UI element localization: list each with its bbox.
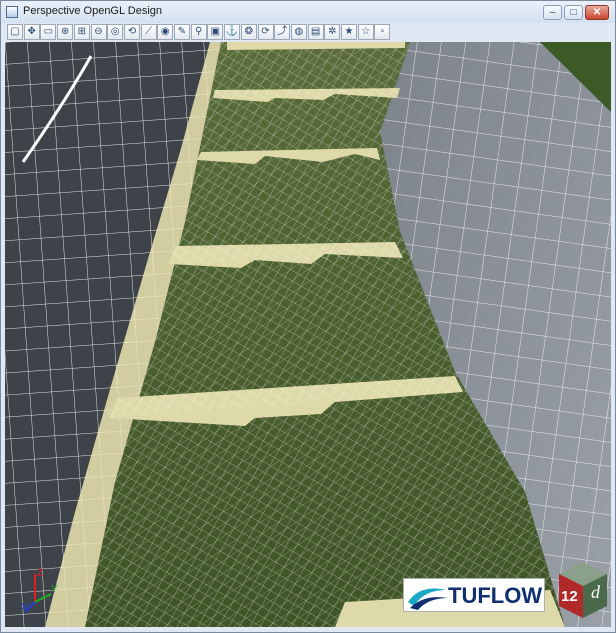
fly-icon[interactable]: ⤴ (274, 24, 291, 40)
window-title: Perspective OpenGL Design (23, 5, 162, 17)
layers-icon[interactable]: ▤ (307, 24, 324, 40)
window-icon[interactable]: ▫ (374, 24, 391, 40)
new-view-icon[interactable]: ▢ (7, 24, 23, 40)
favorite-icon[interactable]: ★ (341, 24, 357, 40)
zoom-extents-icon[interactable]: ◎ (107, 24, 124, 40)
maximize-icon[interactable]: □ (564, 5, 583, 20)
eye-icon[interactable]: ◉ (157, 24, 174, 40)
toolbar: ▢ ✥ ▭ ⊕ ⊞ ⊖ ◎ ⟲ ⟋ ◉ ✎ ⚲ ▣ ⚓ ❂ ⟳ ⤴ ◍ ▤ ✲ ★ ☆ ▫ (5, 23, 391, 42)
svg-text:Z: Z (37, 568, 43, 579)
walk-icon[interactable]: ⚲ (190, 24, 207, 40)
settings-icon[interactable]: ✲ (324, 24, 341, 40)
texture-icon[interactable]: ◍ (290, 24, 307, 40)
navigate-icon[interactable]: ❂ (240, 24, 257, 40)
svg-text:Y: Y (51, 584, 58, 595)
title-bar[interactable]: Perspective OpenGL Design – □ ✕ (1, 1, 615, 23)
fit-icon[interactable]: ▭ (40, 24, 57, 40)
zoom-in-icon[interactable]: ⊕ (57, 24, 74, 40)
terrain-scene (5, 42, 611, 627)
orbit-icon[interactable]: ⟳ (257, 24, 274, 40)
y-axis (34, 593, 52, 603)
measure-icon[interactable]: ⟋ (140, 24, 157, 40)
svg-text:X: X (21, 602, 28, 613)
12d-logo: 12 d (557, 560, 609, 620)
3d-viewport[interactable]: Z Y X TUFLOW 12 d (5, 42, 611, 627)
pan-icon[interactable]: ✥ (23, 24, 40, 40)
app-icon (6, 6, 18, 18)
12d-number: 12 (561, 588, 578, 605)
minimize-icon[interactable]: – (543, 5, 562, 20)
tuflow-text: TUFLOW (448, 583, 543, 608)
axis-indicator: Z Y X (21, 564, 61, 614)
zoom-out-icon[interactable]: ⊖ (90, 24, 107, 40)
bookmark-star-icon[interactable]: ☆ (357, 24, 374, 40)
camera-icon[interactable]: ▣ (207, 24, 224, 40)
app-window: Perspective OpenGL Design – □ ✕ ▢ ✥ ▭ ⊕ ⊞ ⊖ ◎ ⟲… (0, 0, 616, 633)
12d-letter: d (591, 582, 600, 602)
anchor-icon[interactable]: ⚓ (224, 24, 241, 40)
zoom-previous-icon[interactable]: ⟲ (123, 24, 140, 40)
draw-icon[interactable]: ✎ (174, 24, 190, 40)
zoom-window-icon[interactable]: ⊞ (73, 24, 90, 40)
tuflow-logo: TUFLOW (403, 578, 545, 612)
close-icon[interactable]: ✕ (585, 5, 609, 20)
